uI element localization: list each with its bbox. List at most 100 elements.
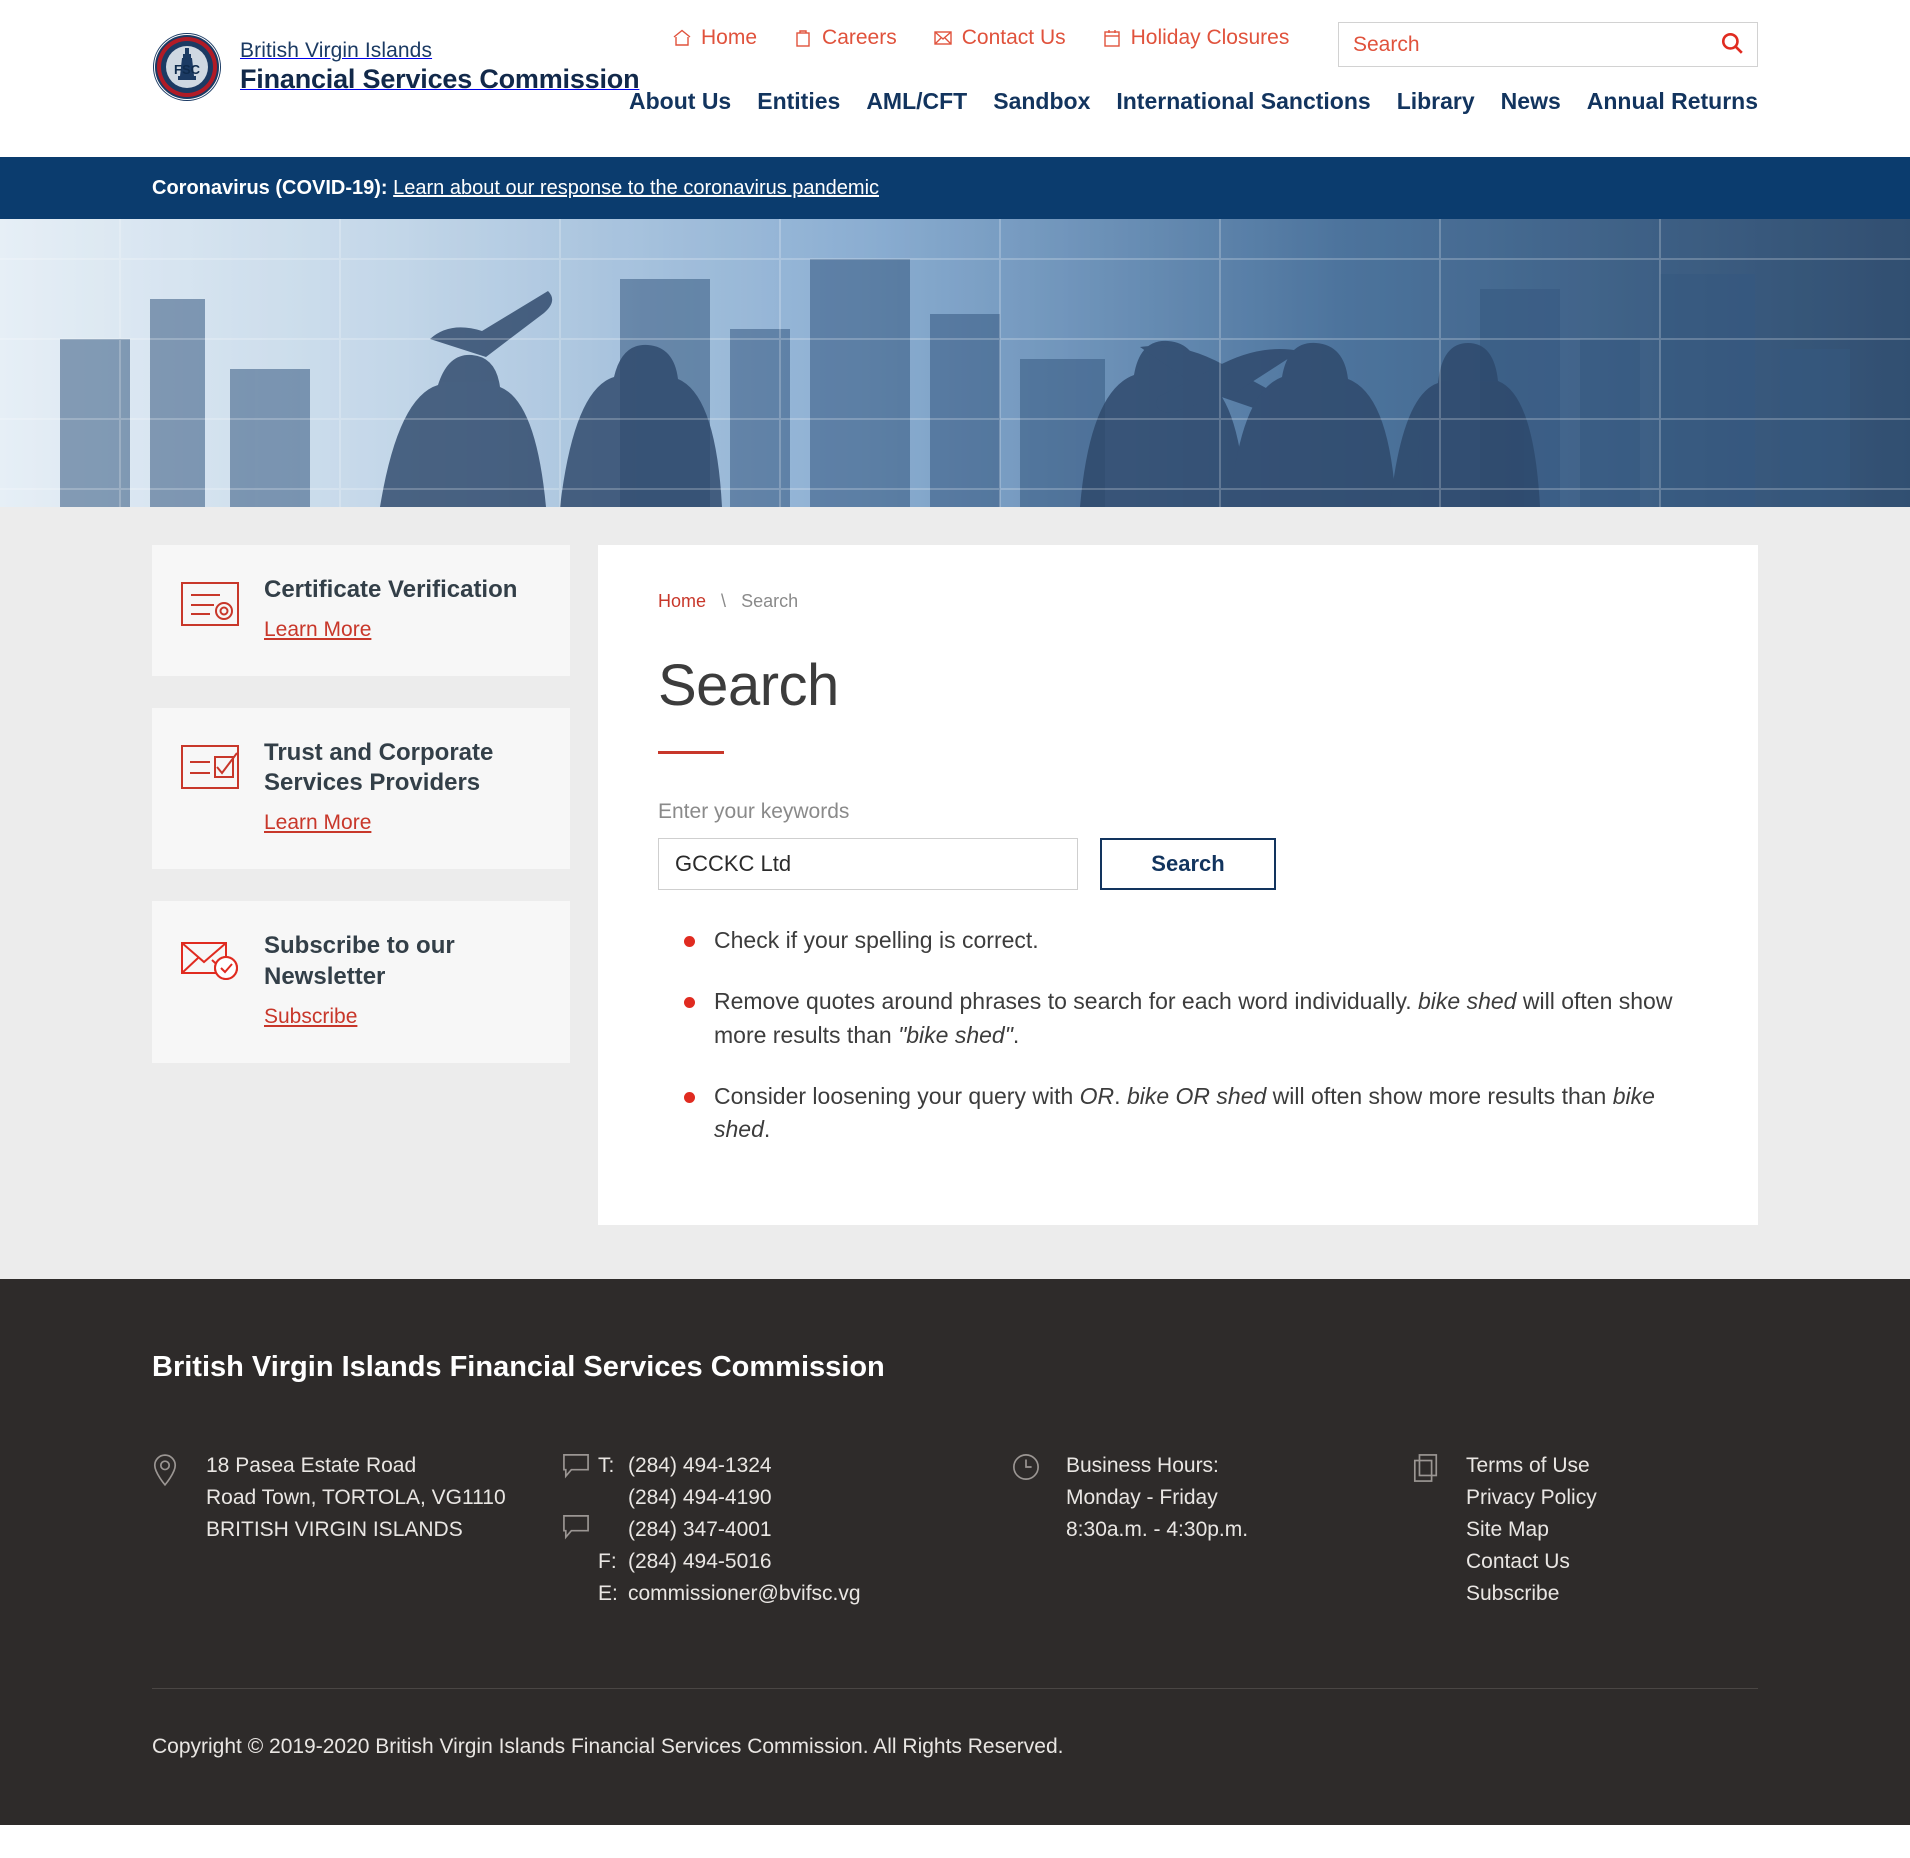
hours-line: Business Hours: [1066, 1454, 1219, 1477]
site-logo[interactable]: FSC British Virgin Islands Financial Ser… [152, 32, 640, 102]
footer-columns: 18 Pasea Estate Road Road Town, TORTOLA,… [152, 1450, 1758, 1610]
sidebar-card-link[interactable]: Learn More [264, 618, 371, 641]
contact-row: T: (284) 494-1324 [598, 1450, 861, 1482]
nav-item-sandbox[interactable]: Sandbox [993, 88, 1090, 115]
sidebar-card-link[interactable]: Subscribe [264, 1005, 357, 1028]
footer-contact-icons [562, 1450, 598, 1610]
footer-links-column: Terms of Use Privacy Policy Site Map Con… [1412, 1450, 1752, 1610]
nav-item-international-sanctions[interactable]: International Sanctions [1116, 88, 1370, 115]
utility-label: Contact Us [961, 26, 1066, 49]
hours-line: Monday - Friday [1066, 1485, 1218, 1509]
brand-line-2: Financial Services Commission [240, 63, 640, 94]
breadcrumb-separator: \ [721, 591, 727, 611]
contact-value: (284) 494-5016 [628, 1549, 772, 1573]
sidebar-card-body: Certificate Verification Learn More [264, 575, 517, 642]
keywords-input[interactable] [658, 837, 1078, 890]
calendar-icon [1102, 28, 1122, 48]
nav-item-aml-cft[interactable]: AML/CFT [866, 88, 967, 115]
sidebar-card-body: Trust and Corporate Services Providers L… [264, 738, 542, 835]
contact-label: E: [598, 1581, 618, 1605]
logo-text-block: British Virgin Islands Financial Service… [240, 39, 640, 94]
sidebar-card-title: Subscribe to our Newsletter [264, 932, 455, 990]
sidebar: Certificate Verification Learn More Trus… [152, 545, 570, 1063]
address-line: Road Town, TORTOLA, VG1110 [206, 1485, 506, 1509]
breadcrumb-home[interactable]: Home [658, 591, 706, 611]
search-icon [1720, 31, 1744, 58]
contact-value: (284) 494-4190 [628, 1485, 772, 1509]
utility-item-home[interactable]: Home [672, 26, 757, 50]
clock-icon [1012, 1450, 1048, 1610]
nav-item-news[interactable]: News [1501, 88, 1561, 115]
sidebar-card-title: Certificate Verification [264, 576, 518, 603]
contact-value: (284) 494-1324 [628, 1454, 772, 1477]
breadcrumb: Home \ Search [658, 591, 1698, 612]
page-title: Search [658, 653, 839, 718]
footer-contact-block: T: (284) 494-1324 (284) 494-4190 (284) 3… [562, 1450, 861, 1610]
contact-row: F: (284) 494-5016 [598, 1546, 861, 1578]
document-check-icon [180, 738, 242, 797]
map-pin-icon [152, 1450, 188, 1610]
sidebar-card-link[interactable]: Learn More [264, 811, 371, 834]
site-footer: British Virgin Islands Financial Service… [0, 1279, 1910, 1825]
footer-contact-column: T: (284) 494-1324 (284) 494-4190 (284) 3… [562, 1450, 1012, 1610]
nav-item-library[interactable]: Library [1397, 88, 1475, 115]
speech-bubble-icon [562, 1514, 598, 1545]
covid-banner-link[interactable]: Learn about our response to the coronavi… [393, 177, 879, 199]
footer-link-terms-of-use[interactable]: Terms of Use [1466, 1450, 1597, 1482]
covid-banner: Coronavirus (COVID-19): Learn about our … [0, 157, 1910, 219]
footer-link-privacy-policy[interactable]: Privacy Policy [1466, 1482, 1597, 1514]
brand-line-1: British Virgin Islands [240, 39, 433, 63]
footer-links-text: Terms of Use Privacy Policy Site Map Con… [1466, 1450, 1597, 1610]
search-submit-button-main[interactable]: Search [1100, 837, 1276, 890]
breadcrumb-current: Search [741, 591, 799, 611]
contact-row: E: commissioner@bvifsc.vg [598, 1578, 861, 1610]
search-input[interactable] [1339, 23, 1707, 66]
utility-label: Holiday Closures [1130, 26, 1290, 49]
footer-link-contact-us[interactable]: Contact Us [1466, 1546, 1597, 1578]
contact-value: (284) 347-4001 [628, 1517, 772, 1541]
footer-copyright: Copyright © 2019-2020 British Virgin Isl… [152, 1734, 1064, 1758]
briefcase-icon [793, 28, 813, 48]
address-line: BRITISH VIRGIN ISLANDS [206, 1517, 463, 1541]
sidebar-card-trust-and-corporate-services-providers[interactable]: Trust and Corporate Services Providers L… [152, 707, 570, 870]
title-underline-rule [658, 750, 724, 754]
sidebar-card-subscribe-to-our-newsletter[interactable]: Subscribe to our Newsletter Subscribe [152, 901, 570, 1063]
search-tip-item: Consider loosening your query with OR. b… [658, 1080, 1678, 1147]
footer-link-subscribe[interactable]: Subscribe [1466, 1578, 1597, 1610]
contact-label [598, 1482, 628, 1514]
sidebar-card-certificate-verification[interactable]: Certificate Verification Learn More [152, 545, 570, 676]
fsc-seal-icon: FSC [152, 32, 222, 102]
main-nav: About Us Entities AML/CFT Sandbox Intern… [629, 88, 1758, 115]
covid-banner-text: Coronavirus (COVID-19): Learn about our … [0, 177, 879, 200]
speech-bubble-icon [562, 1453, 598, 1484]
utility-item-holiday-closures[interactable]: Holiday Closures [1102, 26, 1290, 50]
footer-address-column: 18 Pasea Estate Road Road Town, TORTOLA,… [152, 1450, 562, 1610]
hero-image [0, 219, 1910, 507]
utility-label: Home [701, 26, 758, 49]
search-submit-button[interactable] [1707, 23, 1757, 66]
utility-item-careers[interactable]: Careers [793, 26, 897, 50]
contact-label: F: [598, 1549, 617, 1573]
home-icon [672, 28, 692, 48]
footer-hours-text: Business Hours: Monday - Friday 8:30a.m.… [1066, 1450, 1248, 1610]
nav-item-entities[interactable]: Entities [757, 88, 840, 115]
utility-item-contact-us[interactable]: Contact Us [933, 26, 1066, 50]
search-form: Search [658, 837, 1698, 890]
footer-contact-lines: T: (284) 494-1324 (284) 494-4190 (284) 3… [598, 1450, 861, 1610]
header-search[interactable] [1338, 22, 1758, 67]
contact-value[interactable]: commissioner@bvifsc.vg [628, 1578, 861, 1610]
nav-item-annual-returns[interactable]: Annual Returns [1587, 88, 1758, 115]
footer-inner: British Virgin Islands Financial Service… [152, 1351, 1758, 1825]
footer-link-site-map[interactable]: Site Map [1466, 1514, 1597, 1546]
keywords-field-label: Enter your keywords [658, 799, 850, 823]
certificate-seal-icon [180, 575, 242, 634]
utility-nav: Home Careers Contact Us Holiday Closures [672, 26, 1289, 50]
address-line: 18 Pasea Estate Road [206, 1454, 417, 1477]
nav-item-about-us[interactable]: About Us [629, 88, 731, 115]
search-tip-item: Remove quotes around phrases to search f… [658, 985, 1678, 1052]
contact-label [598, 1514, 628, 1546]
hours-line: 8:30a.m. - 4:30p.m. [1066, 1517, 1249, 1541]
footer-address-text: 18 Pasea Estate Road Road Town, TORTOLA,… [206, 1450, 506, 1610]
envelope-check-icon [180, 931, 242, 990]
contact-label: T: [598, 1454, 615, 1477]
